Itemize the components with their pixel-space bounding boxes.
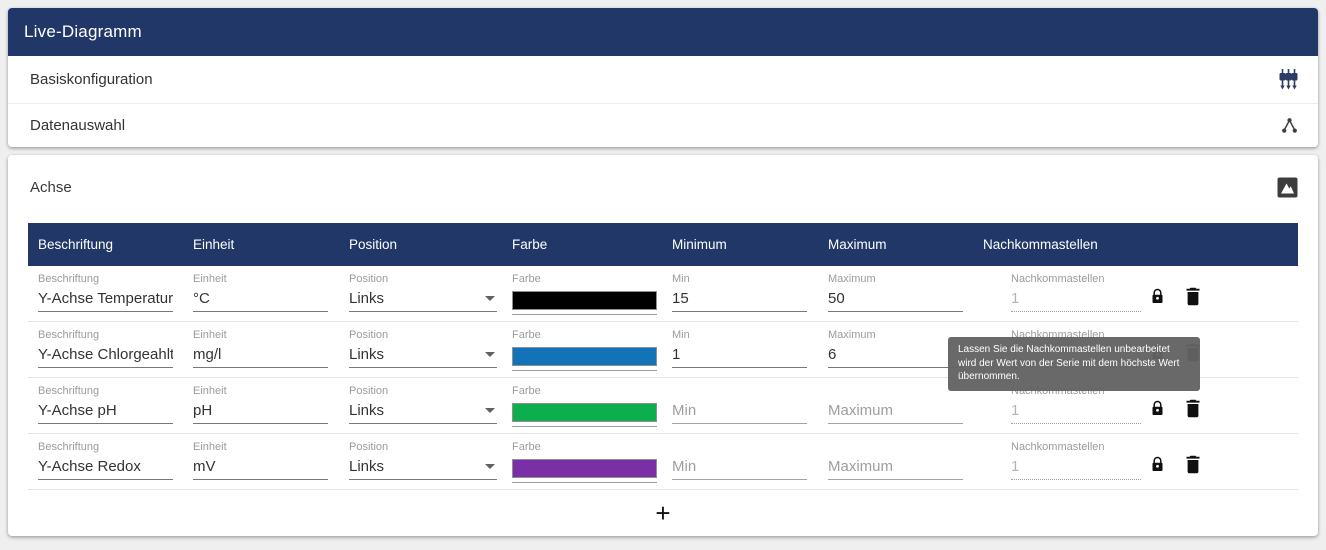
position-label: Position [349, 329, 502, 343]
nachkommastellen-label: Nachkommastellen [1011, 273, 1298, 287]
position-value: Links [349, 290, 384, 307]
color-swatch[interactable] [512, 289, 657, 315]
einheit-input[interactable] [193, 289, 328, 312]
nachkommastellen-input[interactable] [1011, 401, 1141, 424]
app-header: Live-Diagramm [8, 8, 1318, 56]
position-label: Position [349, 441, 502, 455]
nachkommastellen-input[interactable] [1011, 289, 1141, 312]
panel-basiskonfiguration[interactable]: Basiskonfiguration [8, 56, 1318, 103]
position-select[interactable]: Links [349, 457, 497, 480]
col-header-maximum: Maximum [818, 237, 973, 252]
maximum-input[interactable] [828, 401, 963, 424]
color-swatch[interactable] [512, 345, 657, 371]
beschriftung-label: Beschriftung [38, 441, 183, 455]
chevron-down-icon [485, 408, 495, 413]
panel-label: Datenauswahl [30, 117, 125, 134]
position-label: Position [349, 273, 502, 287]
position-label: Position [349, 385, 502, 399]
maximum-input[interactable] [828, 289, 963, 312]
maximum-input[interactable] [828, 345, 963, 368]
min-input[interactable] [672, 289, 807, 312]
min-input[interactable] [672, 345, 807, 368]
einheit-label: Einheit [193, 385, 339, 399]
einheit-input[interactable] [193, 457, 328, 480]
add-axis-button[interactable]: + [655, 500, 670, 526]
farbe-label: Farbe [512, 273, 662, 287]
lock-icon[interactable] [1151, 456, 1164, 477]
hub-icon [1281, 117, 1298, 134]
position-value: Links [349, 402, 384, 419]
lock-icon[interactable] [1151, 288, 1164, 309]
col-header-position: Position [339, 237, 502, 252]
chart-image-icon [1277, 177, 1298, 198]
color-swatch[interactable] [512, 457, 657, 483]
axis-table-header: Beschriftung Einheit Position Farbe Mini… [28, 223, 1298, 266]
nachkommastellen-input[interactable] [1011, 457, 1141, 480]
axis-row-redox: Beschriftung Einheit Position Links Farb… [28, 434, 1298, 490]
einheit-label: Einheit [193, 441, 339, 455]
col-header-farbe: Farbe [502, 237, 662, 252]
beschriftung-label: Beschriftung [38, 329, 183, 343]
maximum-input[interactable] [828, 457, 963, 480]
col-header-einheit: Einheit [183, 237, 339, 252]
col-header-beschriftung: Beschriftung [28, 237, 183, 252]
beschriftung-input[interactable] [38, 457, 173, 480]
beschriftung-input[interactable] [38, 401, 173, 424]
delete-row-button[interactable] [1185, 455, 1201, 479]
position-value: Links [349, 458, 384, 475]
min-input[interactable] [672, 457, 807, 480]
position-select[interactable]: Links [349, 401, 497, 424]
min-input[interactable] [672, 401, 807, 424]
einheit-label: Einheit [193, 329, 339, 343]
lock-icon[interactable] [1151, 400, 1164, 421]
axis-row-temperatur: Beschriftung Einheit Position Links Farb… [28, 266, 1298, 322]
farbe-label: Farbe [512, 329, 662, 343]
delete-row-button[interactable] [1185, 399, 1201, 423]
panel-label: Basiskonfiguration [30, 71, 153, 88]
col-header-nachkommastellen: Nachkommastellen [973, 237, 1298, 252]
chevron-down-icon [485, 464, 495, 469]
page-title: Live-Diagramm [24, 22, 142, 42]
beschriftung-label: Beschriftung [38, 273, 183, 287]
beschriftung-input[interactable] [38, 345, 173, 368]
sliders-icon [1279, 69, 1298, 90]
min-label: Min [672, 273, 818, 287]
color-swatch[interactable] [512, 401, 657, 427]
farbe-label: Farbe [512, 385, 662, 399]
panel-datenauswahl[interactable]: Datenauswahl [8, 103, 1318, 147]
add-row: + [8, 490, 1318, 536]
page: Live-Diagramm Basiskonfiguration Datenau… [0, 0, 1326, 544]
col-header-minimum: Minimum [662, 237, 818, 252]
position-select[interactable]: Links [349, 345, 497, 368]
position-select[interactable]: Links [349, 289, 497, 312]
axis-section-title: Achse [30, 178, 72, 198]
nachkommastellen-tooltip: Lassen Sie die Nachkommastellen unbearbe… [948, 337, 1200, 391]
position-value: Links [349, 346, 384, 363]
min-label: Min [672, 329, 818, 343]
axis-card: Achse Beschriftung Einheit Position Farb… [8, 155, 1318, 536]
einheit-label: Einheit [193, 273, 339, 287]
nachkommastellen-label: Nachkommastellen [1011, 441, 1298, 455]
axis-row-chlorgehalt: Beschriftung Einheit Position Links Farb… [28, 322, 1298, 378]
maximum-label: Maximum [828, 273, 973, 287]
axis-table: Beschriftung Einheit Position Farbe Mini… [28, 223, 1298, 490]
delete-row-button[interactable] [1185, 287, 1201, 311]
einheit-input[interactable] [193, 345, 328, 368]
chevron-down-icon [485, 296, 495, 301]
config-card: Live-Diagramm Basiskonfiguration Datenau… [8, 8, 1318, 147]
beschriftung-label: Beschriftung [38, 385, 183, 399]
beschriftung-input[interactable] [38, 289, 173, 312]
einheit-input[interactable] [193, 401, 328, 424]
axis-section-head: Achse [8, 155, 1318, 198]
farbe-label: Farbe [512, 441, 662, 455]
chevron-down-icon [485, 352, 495, 357]
